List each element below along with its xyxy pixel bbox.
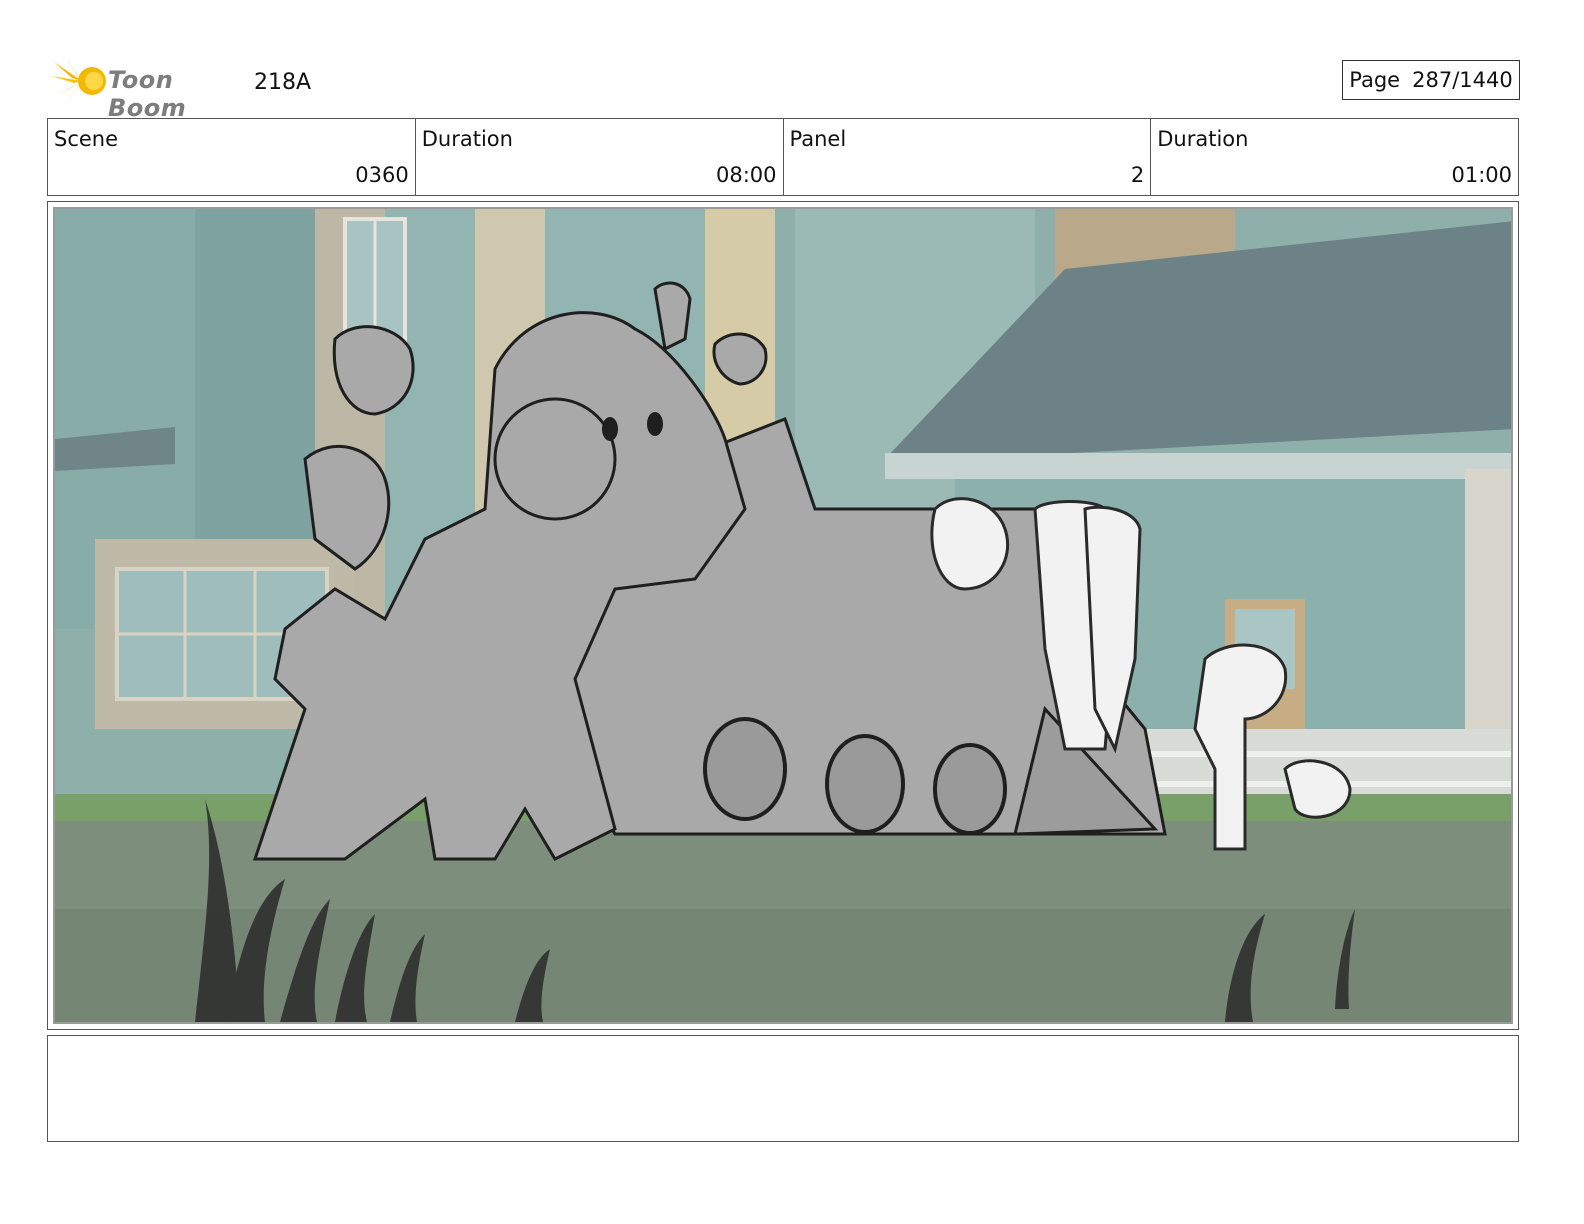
page-header: Toon Boom 218A Page 287/1440 bbox=[48, 56, 1520, 122]
panel-value: 2 bbox=[1130, 163, 1145, 187]
scene-duration-value: 08:00 bbox=[715, 163, 777, 187]
page-number: 287/1440 bbox=[1412, 68, 1513, 92]
logo-text: Toon Boom bbox=[108, 66, 187, 122]
toon-boom-logo: Toon Boom bbox=[52, 56, 242, 122]
scene-duration-cell: Duration 08:00 bbox=[416, 119, 784, 195]
storyboard-panel-image bbox=[53, 207, 1513, 1024]
storyboard-panel-frame bbox=[47, 201, 1519, 1030]
panel-label: Panel bbox=[789, 127, 847, 151]
scene-label: Scene bbox=[54, 127, 119, 151]
panel-duration-value: 01:00 bbox=[1451, 163, 1512, 187]
storyboard-sketch bbox=[55, 209, 1511, 1022]
sunburst-icon bbox=[52, 58, 106, 104]
panel-cell: Panel 2 bbox=[784, 119, 1152, 195]
project-id: 218A bbox=[254, 70, 312, 95]
scene-value: 0360 bbox=[355, 163, 409, 187]
panel-notes-box bbox=[47, 1035, 1519, 1142]
page-indicator: Page 287/1440 bbox=[1342, 60, 1520, 100]
panel-duration-cell: Duration 01:00 bbox=[1151, 119, 1518, 195]
scene-info-table: Scene 0360 Duration 08:00 Panel 2 Durati… bbox=[47, 118, 1519, 196]
scene-duration-label: Duration bbox=[421, 127, 513, 151]
panel-duration-label: Duration bbox=[1157, 127, 1249, 151]
page-label: Page bbox=[1349, 68, 1401, 92]
scene-cell: Scene 0360 bbox=[48, 119, 416, 195]
